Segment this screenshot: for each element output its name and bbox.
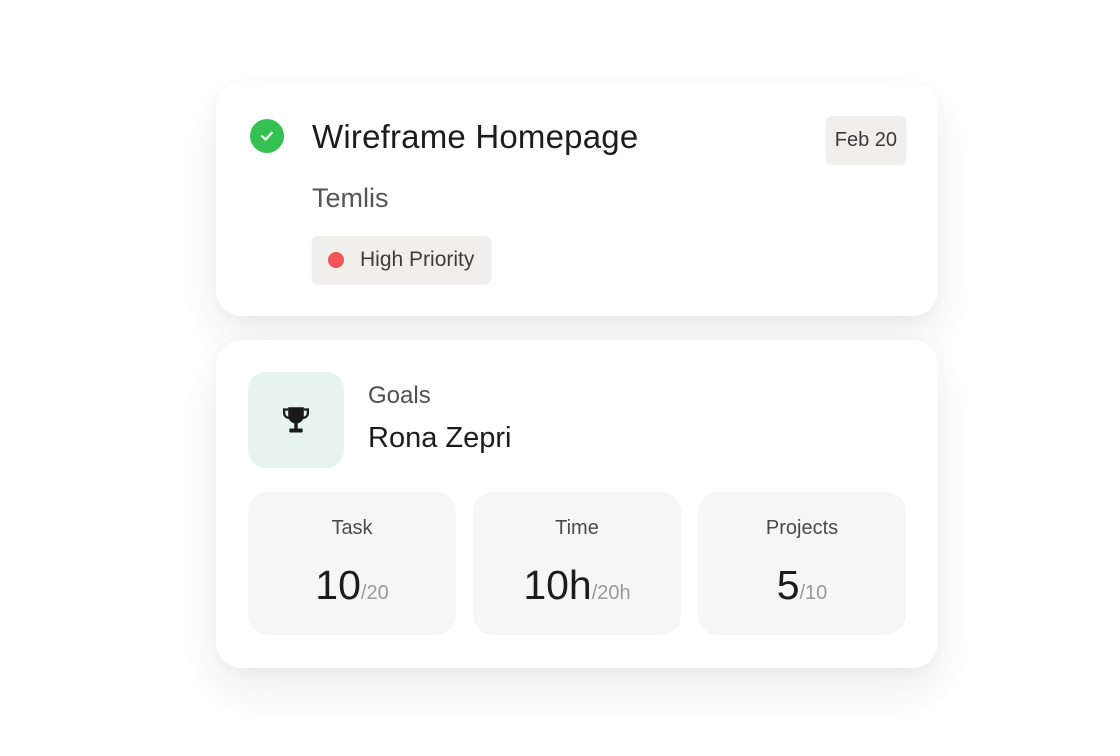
priority-label: High Priority bbox=[360, 248, 475, 271]
priority-badge: High Priority bbox=[312, 236, 492, 284]
stat-value: 10h/20h bbox=[473, 562, 681, 609]
goals-owner-name: Rona Zepri bbox=[368, 422, 512, 454]
task-card[interactable]: Wireframe Homepage Feb 20 Temlis High Pr… bbox=[216, 82, 938, 316]
stat-label: Task bbox=[331, 517, 373, 539]
task-title: Wireframe Homepage bbox=[312, 118, 639, 155]
stat-value: 10/20 bbox=[248, 562, 456, 609]
task-project-name: Temlis bbox=[312, 183, 389, 213]
stat-current: 10h bbox=[523, 562, 592, 608]
stat-task: Task 10/20 bbox=[248, 492, 456, 635]
stat-total: /20h bbox=[591, 582, 631, 604]
trophy-icon bbox=[282, 407, 310, 433]
stat-time: Time 10h/20h bbox=[473, 492, 681, 635]
check-circle-icon[interactable] bbox=[250, 119, 284, 153]
goals-label: Goals bbox=[368, 382, 431, 409]
stat-projects: Projects 5/10 bbox=[698, 492, 906, 635]
stat-label: Projects bbox=[765, 517, 839, 539]
stat-current: 5 bbox=[776, 562, 800, 608]
goal-stats: Task 10/20 Time 10h/20h Projects 5/10 bbox=[248, 492, 906, 635]
priority-dot-icon bbox=[328, 252, 344, 268]
due-date-badge: Feb 20 bbox=[825, 116, 906, 164]
trophy-icon-box bbox=[248, 372, 344, 468]
stat-value: 5/10 bbox=[698, 562, 906, 609]
stat-label: Time bbox=[555, 517, 599, 539]
stat-total: /20 bbox=[360, 582, 389, 604]
stat-current: 10 bbox=[315, 562, 361, 608]
stat-total: /10 bbox=[799, 582, 828, 604]
goals-card: Goals Rona Zepri Task 10/20 Time 10h/20h… bbox=[216, 340, 938, 668]
